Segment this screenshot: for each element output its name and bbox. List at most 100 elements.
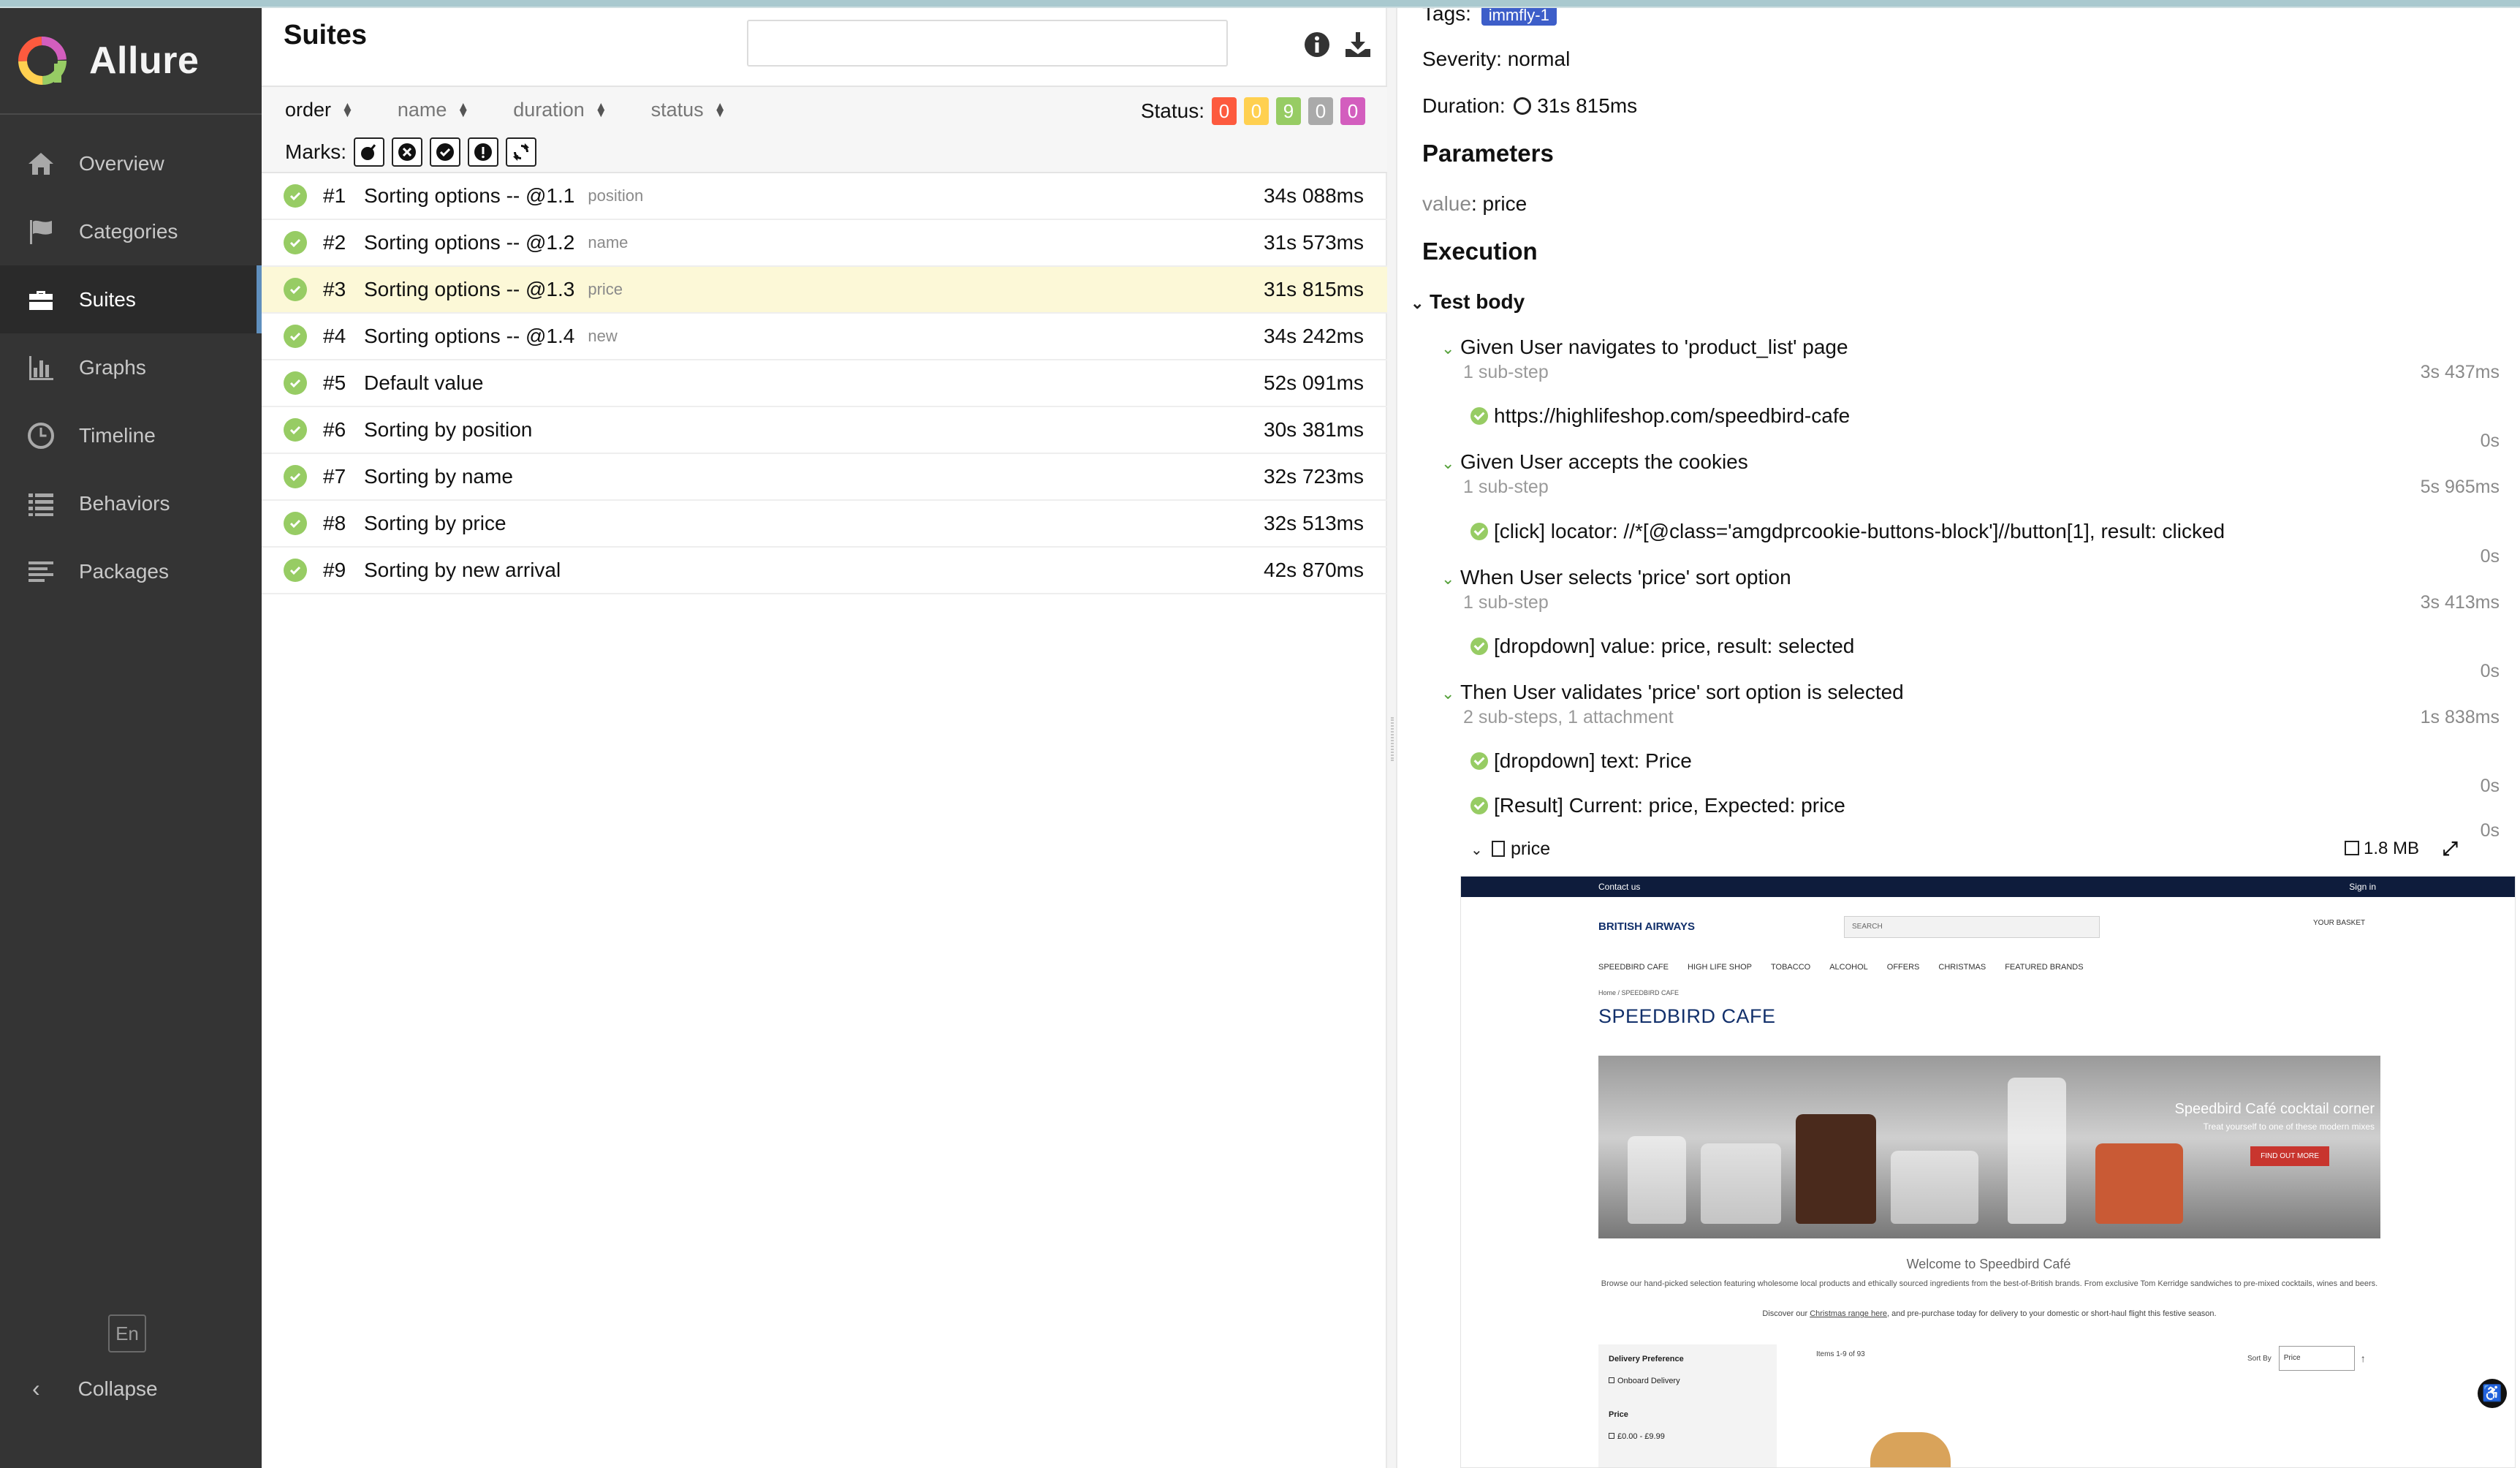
step-title: When User selects 'price' sort option [1460, 566, 1791, 589]
status-failed-badge[interactable]: 0 [1212, 97, 1237, 125]
search-input[interactable] [747, 20, 1228, 67]
mark-retries-toggle[interactable] [506, 137, 536, 167]
step-title: Then User validates 'price' sort option … [1460, 681, 1904, 703]
status-skipped-badge[interactable]: 0 [1308, 97, 1333, 125]
marks-label: Marks: [285, 140, 346, 163]
parameter-row: value: price [1422, 192, 1527, 216]
preview-nav-item: HIGH LIFE SHOP [1687, 963, 1752, 972]
substep-navigate-url[interactable]: https://highlifeshop.com/speedbird-cafe [1470, 404, 1850, 428]
suites-pane: Suites order ▲ ▼ name ▲ ▼ duration ▲ ▼ status ▲… [262, 8, 1387, 1468]
info-button[interactable] [1301, 29, 1333, 61]
test-row[interactable]: #1 Sorting options -- @1.1 position 34s 088… [262, 173, 1387, 220]
test-name: Sorting options -- @1.4 [364, 325, 575, 347]
sort-arrows-icon: ▲ ▼ [713, 99, 726, 120]
substep-dropdown-text[interactable]: [dropdown] text: Price [1470, 749, 1692, 773]
arrow-up-icon: ↑ [2360, 1352, 2366, 1364]
pane-splitter[interactable] [1387, 8, 1397, 1468]
passed-icon [284, 371, 307, 395]
sidebar-item-suites[interactable]: Suites [0, 265, 262, 333]
passed-icon [284, 325, 307, 348]
sidebar-item-graphs[interactable]: Graphs [0, 333, 262, 401]
preview-welcome: Welcome to Speedbird Café [1906, 1257, 2071, 1271]
fullscreen-icon[interactable]: ⤢ [2443, 837, 2458, 860]
preview-price-option-label: £0.00 - £9.99 [1617, 1432, 1665, 1441]
sort-bar: order ▲ ▼ name ▲ ▼ duration ▲ ▼ status ▲ ▼ Statu… [262, 86, 1387, 132]
checkbox-icon [1609, 1377, 1614, 1383]
test-row[interactable]: #2 Sorting options -- @1.2 name 31s 573ms [262, 220, 1387, 267]
language-switch[interactable]: En [108, 1314, 146, 1352]
sort-by-duration[interactable]: duration ▲ ▼ [513, 99, 607, 121]
test-row[interactable]: #7 Sorting by name 32s 723ms [262, 454, 1387, 501]
chevron-down-icon: ⌄ [1441, 684, 1455, 703]
sort-by-order[interactable]: order ▲ ▼ [285, 99, 354, 121]
attachment-toggle[interactable]: ⌄ price [1470, 839, 1550, 860]
test-row[interactable]: #3 Sorting options -- @1.3 price 31s 815ms [262, 267, 1387, 314]
mark-new-failed-toggle[interactable] [392, 137, 422, 167]
sort-label: duration [513, 98, 585, 121]
collapse-button[interactable]: ‹ Collapse [32, 1375, 158, 1402]
passed-icon [284, 184, 307, 208]
brand[interactable]: Allure [0, 8, 262, 115]
sort-by-status[interactable]: status ▲ ▼ [651, 99, 726, 121]
substep-dropdown-select[interactable]: [dropdown] value: price, result: selecte… [1470, 635, 1854, 658]
sidebar-item-behaviors[interactable]: Behaviors [0, 469, 262, 537]
step-substeps: 1 sub-step [1463, 477, 1549, 497]
parameter-value: : price [1470, 192, 1527, 215]
save-icon [2345, 841, 2359, 855]
test-duration: 31s 573ms [1264, 231, 1364, 254]
test-number: #3 [323, 278, 346, 300]
sidebar-item-timeline[interactable]: Timeline [0, 401, 262, 469]
preview-header: BRITISH AIRWAYS SEARCH YOUR BASKET [1461, 897, 2515, 956]
test-row[interactable]: #9 Sorting by new arrival 42s 870ms [262, 548, 1387, 594]
test-row[interactable]: #5 Default value 52s 091ms [262, 360, 1387, 407]
mark-new-passed-toggle[interactable] [430, 137, 460, 167]
attachment-preview[interactable]: Contact us Sign in BRITISH AIRWAYS SEARC… [1460, 876, 2516, 1468]
step-accept-cookies[interactable]: ⌄ Given User accepts the cookies [1441, 450, 1748, 474]
step-duration: 5s 965ms [2420, 477, 2500, 497]
sidebar-item-packages[interactable]: Packages [0, 537, 262, 605]
step-select-sort[interactable]: ⌄ When User selects 'price' sort option [1441, 566, 1791, 589]
passed-icon [1470, 637, 1488, 655]
test-row[interactable]: #8 Sorting by price 32s 513ms [262, 501, 1387, 548]
splitter-grip-icon [1391, 717, 1394, 761]
substep-click-cookies[interactable]: [click] locator: //*[@class='amgdprcooki… [1470, 520, 2225, 543]
status-unknown-badge[interactable]: 0 [1340, 97, 1365, 125]
list-icon [25, 488, 57, 520]
test-duration: 52s 091ms [1264, 371, 1364, 394]
preview-sort-select: Price [2278, 1346, 2355, 1371]
preview-logo: BRITISH AIRWAYS [1598, 920, 1695, 933]
sidebar-item-overview[interactable]: Overview [0, 129, 262, 197]
mark-new-broken-toggle[interactable] [468, 137, 498, 167]
chevron-down-icon: ⌄ [1441, 339, 1455, 357]
preview-sort: Sort By Price ↑ [2247, 1346, 2366, 1371]
sort-by-name[interactable]: name ▲ ▼ [398, 99, 469, 121]
preview-glass [1891, 1151, 1978, 1224]
accessibility-icon[interactable]: ♿ [2478, 1379, 2507, 1408]
preview-discover-text: , and pre-purchase today for delivery to… [1886, 1309, 2217, 1318]
test-body-label: Test body [1430, 290, 1525, 313]
test-parameter: position [588, 186, 644, 205]
preview-nav-item: ALCOHOL [1829, 963, 1868, 972]
substep-result[interactable]: [Result] Current: price, Expected: price [1470, 794, 1845, 817]
test-row[interactable]: #6 Sorting by position 30s 381ms [262, 407, 1387, 454]
substep-title: [click] locator: //*[@class='amgdprcooki… [1494, 520, 2225, 542]
chevron-down-icon: ⌄ [1441, 454, 1455, 472]
status-filter: Status: 0 0 9 0 0 [1141, 97, 1365, 125]
status-passed-badge[interactable]: 9 [1276, 97, 1301, 125]
test-name: Default value [364, 371, 484, 394]
step-validate-sort[interactable]: ⌄ Then User validates 'price' sort option… [1441, 681, 1904, 704]
tag-badge[interactable]: immfly-1 [1481, 8, 1557, 26]
substep-duration: 0s [2480, 661, 2500, 681]
status-broken-badge[interactable]: 0 [1244, 97, 1269, 125]
sidebar-item-categories[interactable]: Categories [0, 197, 262, 265]
marks-bar: Marks: [262, 132, 1387, 173]
step-navigate[interactable]: ⌄ Given User navigates to 'product_list' … [1441, 336, 1848, 359]
test-parameter: new [588, 327, 618, 345]
test-body-toggle[interactable]: ⌄ Test body [1411, 290, 1525, 314]
mark-flaky-toggle[interactable] [354, 137, 384, 167]
window-top-strip [0, 0, 2520, 8]
sidebar-item-label: Packages [79, 559, 169, 583]
test-row[interactable]: #4 Sorting options -- @1.4 new 34s 242ms [262, 314, 1387, 360]
preview-banner: Speedbird Café cocktail corner Treat you… [1598, 1056, 2380, 1238]
download-button[interactable] [1342, 29, 1374, 61]
